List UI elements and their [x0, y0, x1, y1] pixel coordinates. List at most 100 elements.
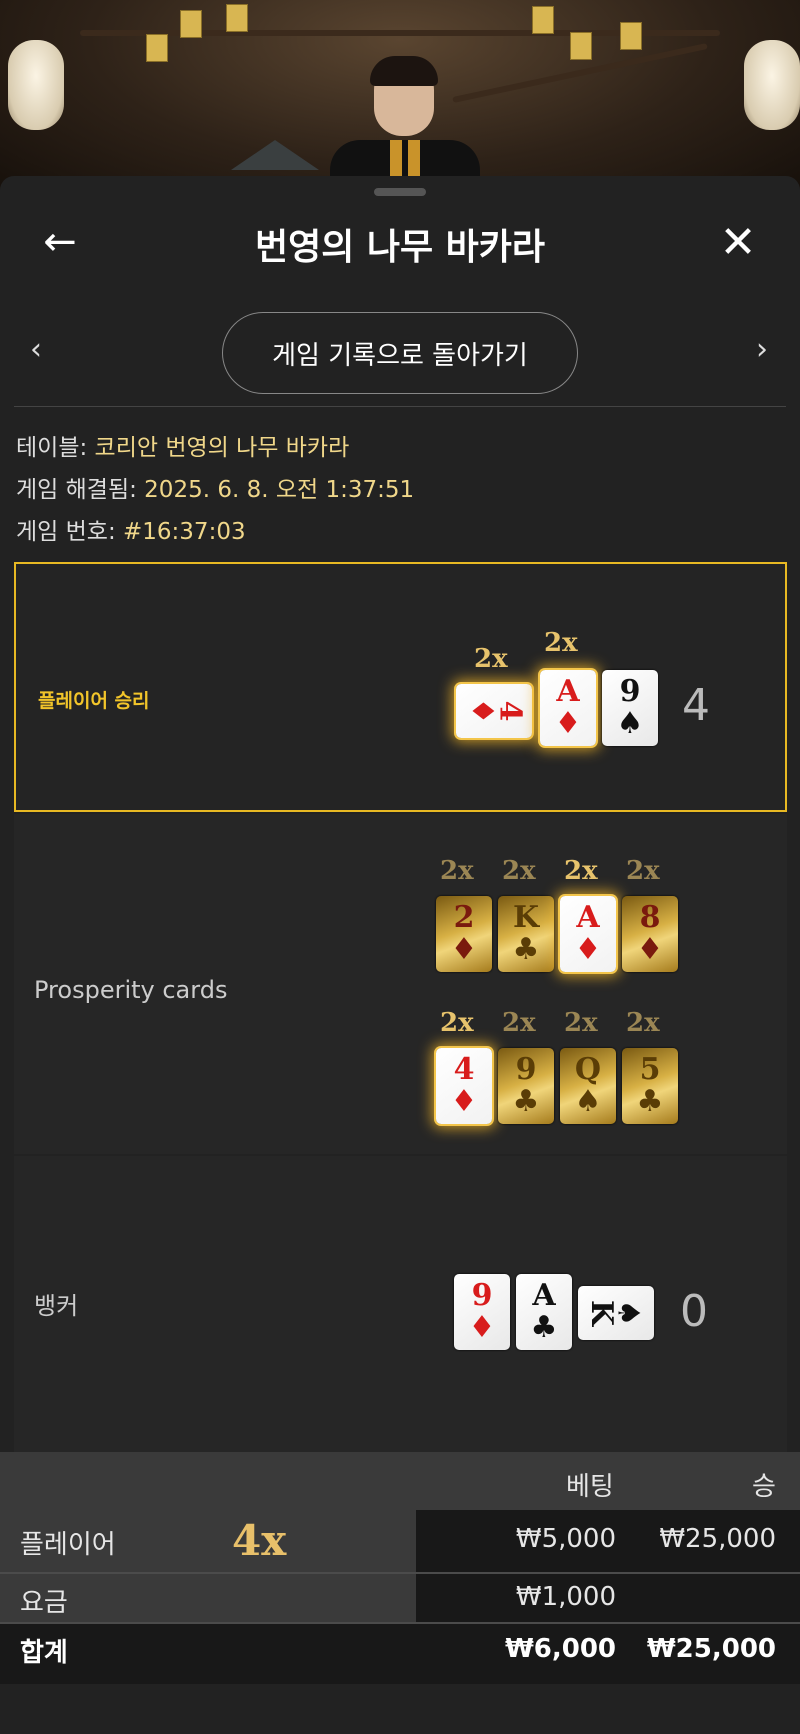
- table-info: 테이블: 코리안 번영의 나무 바카라: [16, 428, 349, 462]
- game-number-value: #16:37:03: [123, 519, 246, 545]
- card-rank: 5: [639, 1052, 661, 1087]
- back-arrow-icon[interactable]: ←: [38, 219, 82, 265]
- prosperity-card: 5 ♣: [622, 1048, 678, 1124]
- hanging-card-decoration: [620, 22, 642, 50]
- card-rank: 2: [453, 900, 475, 935]
- playing-card: 9 ♦: [454, 1274, 510, 1350]
- card-rank: Q: [574, 1052, 602, 1087]
- card-suit: ♣: [636, 1084, 664, 1119]
- prosperity-cards-box: Prosperity cards 2x 2 ♦ 2x K ♣ 2x A ♦ 2x 8 ♦…: [14, 814, 787, 1154]
- banker-result-box: 뱅커 9 ♦ A ♣ K ♠ 0: [14, 1156, 787, 1496]
- table-row: 플레이어 4x ₩5,000 ₩25,000: [0, 1510, 800, 1572]
- player-win-label: 플레이어 승리: [38, 690, 150, 712]
- banker-label: 뱅커: [34, 1292, 79, 1320]
- total-win: ₩25,000: [646, 1634, 776, 1664]
- player-score: 4: [682, 680, 710, 731]
- dealer-hair: [370, 56, 438, 86]
- card-suit: ♠: [574, 1084, 602, 1119]
- playing-card: A ♦: [540, 670, 596, 746]
- player-result-box: 플레이어 승리 2x ♦ 4 2x A ♦ 9 ♠ 4: [14, 562, 787, 812]
- playing-card: A ♣: [516, 1274, 572, 1350]
- playing-card: 9 ♠: [602, 670, 658, 746]
- hanging-card-decoration: [180, 10, 202, 38]
- column-win: 승: [752, 1472, 776, 1502]
- card-suit: ♦: [450, 1084, 478, 1119]
- resolved-label: 게임 해결됨:: [16, 477, 145, 503]
- card-suit: ♦: [468, 1310, 496, 1345]
- table-header: 베팅 승: [0, 1452, 800, 1510]
- game-number-label: 게임 번호:: [16, 519, 124, 545]
- prosperity-card: K ♣: [498, 896, 554, 972]
- card-suit: ♦: [554, 706, 582, 741]
- game-number-info: 게임 번호: #16:37:03: [16, 512, 246, 546]
- playing-card: ♦ 4: [456, 684, 532, 738]
- win-amount: ₩25,000: [659, 1524, 776, 1554]
- pavilion-roof: [231, 140, 319, 170]
- table-value: 코리안 번영의 나무 바카라: [94, 435, 350, 461]
- close-icon[interactable]: ✕: [716, 217, 760, 268]
- prosperity-card: Q ♠: [560, 1048, 616, 1124]
- card-suit: ♣: [512, 932, 540, 967]
- card-rank: A: [556, 674, 580, 709]
- hanging-card-decoration: [570, 32, 592, 60]
- card-rank: K: [512, 900, 540, 935]
- fee-name: 요금: [20, 1588, 68, 1618]
- lantern-decoration: [744, 40, 800, 130]
- live-video-feed: [0, 0, 800, 200]
- column-bet: 베팅: [566, 1472, 614, 1502]
- card-multiplier: 2x: [564, 856, 598, 886]
- prosperity-card: 8 ♦: [622, 896, 678, 972]
- total-multiplier: 4x: [232, 1516, 287, 1565]
- resolved-value: 2025. 6. 8. 오전 1:37:51: [144, 477, 415, 503]
- banker-score: 0: [680, 1286, 708, 1337]
- back-to-history-button[interactable]: 게임 기록으로 돌아가기: [222, 312, 578, 394]
- card-rank: 9: [471, 1278, 493, 1313]
- resolved-info: 게임 해결됨: 2025. 6. 8. 오전 1:37:51: [16, 470, 414, 504]
- total-name: 합계: [20, 1638, 68, 1668]
- table-row: 합계 ₩6,000 ₩25,000: [0, 1624, 800, 1684]
- next-game-chevron-icon[interactable]: ›: [756, 332, 768, 367]
- card-suit: ♦: [636, 932, 664, 967]
- hanging-card-decoration: [226, 4, 248, 32]
- card-suit: ♣: [530, 1310, 558, 1345]
- divider: [14, 406, 786, 407]
- table-row: 요금 ₩1,000: [0, 1574, 800, 1622]
- card-multiplier: 2x: [626, 856, 660, 886]
- bet-name: 플레이어: [20, 1530, 116, 1560]
- hanging-card-decoration: [146, 34, 168, 62]
- drag-handle[interactable]: [374, 188, 426, 196]
- card-rank: 4: [453, 1052, 475, 1087]
- card-multiplier: 2x: [626, 1008, 660, 1038]
- lantern-decoration: [8, 40, 64, 130]
- card-multiplier: 2x: [474, 644, 508, 674]
- card-rank: 9: [515, 1052, 537, 1087]
- card-multiplier: 2x: [502, 1008, 536, 1038]
- hanging-card-decoration: [532, 6, 554, 34]
- prosperity-label: Prosperity cards: [34, 976, 228, 1004]
- bet-amount: ₩5,000: [515, 1524, 616, 1554]
- card-multiplier: 2x: [544, 628, 578, 658]
- page-title: 번영의 나무 바카라: [254, 227, 546, 268]
- card-rank: 9: [619, 674, 641, 709]
- card-rank: A: [576, 900, 600, 935]
- prosperity-card: A ♦: [560, 896, 616, 972]
- card-suit: ♠: [616, 706, 644, 741]
- table-label: 테이블:: [16, 435, 95, 461]
- card-rank: A: [532, 1278, 556, 1313]
- card-suit: ♦: [450, 932, 478, 967]
- card-rank: 8: [639, 900, 661, 935]
- total-bet: ₩6,000: [505, 1634, 616, 1664]
- prosperity-card: 2 ♦: [436, 896, 492, 972]
- prosperity-card: 4 ♦: [436, 1048, 492, 1124]
- fee-amount: ₩1,000: [515, 1582, 616, 1612]
- card-rank: 4: [492, 700, 528, 722]
- prosperity-card: 9 ♣: [498, 1048, 554, 1124]
- card-suit: ♠: [610, 1299, 646, 1327]
- card-suit: ♣: [512, 1084, 540, 1119]
- card-multiplier: 2x: [440, 856, 474, 886]
- card-multiplier: 2x: [440, 1008, 474, 1038]
- card-multiplier: 2x: [564, 1008, 598, 1038]
- previous-game-chevron-icon[interactable]: ‹: [30, 332, 42, 367]
- playing-card: K ♠: [578, 1286, 654, 1340]
- card-suit: ♦: [574, 932, 602, 967]
